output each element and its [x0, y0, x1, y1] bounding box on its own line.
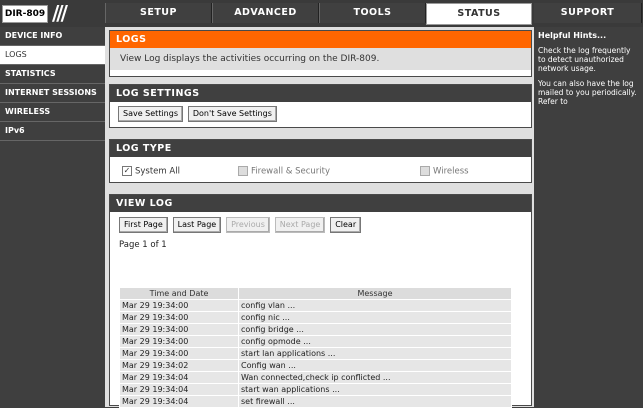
log-time: Mar 29 19:34:00	[119, 299, 239, 312]
log-message: start wan applications ...	[238, 383, 512, 396]
wireless-checkbox[interactable]	[420, 166, 430, 176]
save-settings-button[interactable]: Save Settings	[118, 106, 183, 122]
log-type-section: LOG TYPE ✓ System All Firewall & Security…	[109, 139, 532, 183]
log-message: set firewall ...	[238, 395, 512, 408]
wireless-label: Wireless	[433, 166, 469, 177]
page-description: View Log displays the activities occurri…	[110, 48, 531, 70]
log-type-firewall: Firewall & Security	[238, 166, 330, 177]
sidebar-item-device-info[interactable]: DEVICE INFO	[0, 27, 105, 46]
log-message: config nic ...	[238, 311, 512, 324]
sidebar: DEVICE INFO LOGS STATISTICS INTERNET SES…	[0, 27, 105, 407]
logo-slashes: ///	[52, 1, 68, 25]
column-header-time: Time and Date	[119, 287, 239, 300]
table-row: Mar 29 19:34:00 start lan applications ..…	[119, 347, 512, 360]
log-message: Wan connected,check ip conflicted ...	[238, 371, 512, 384]
model-logo: DIR-809	[2, 5, 48, 23]
log-type-wireless: Wireless	[420, 166, 469, 177]
hints-title: Helpful Hints...	[538, 31, 607, 40]
page-title: LOGS	[110, 31, 531, 48]
column-header-message: Message	[238, 287, 512, 300]
table-row: Mar 29 19:34:04 set firewall ...	[119, 395, 512, 408]
table-row: Mar 29 19:34:02 Config wan ...	[119, 359, 512, 372]
tab-status[interactable]: STATUS	[426, 3, 532, 25]
main-content: LOGS View Log displays the activities oc…	[105, 27, 534, 408]
log-pagination-toolbar: First Page Last Page Previous Next Page …	[119, 217, 363, 233]
table-row: Mar 29 19:34:04 Wan connected,check ip co…	[119, 371, 512, 384]
hint-paragraph: Check the log frequently to detect unaut…	[538, 46, 631, 73]
sidebar-item-internet-sessions[interactable]: INTERNET SESSIONS	[0, 84, 105, 103]
log-time: Mar 29 19:34:04	[119, 395, 239, 408]
log-time: Mar 29 19:34:00	[119, 335, 239, 348]
log-message: config bridge ...	[238, 323, 512, 336]
table-row: Mar 29 19:34:00 config bridge ...	[119, 323, 512, 336]
log-table: Time and Date Message Mar 29 19:34:00 con…	[119, 287, 512, 408]
log-type-system-all: ✓ System All	[122, 166, 180, 177]
log-message: Config wan ...	[238, 359, 512, 372]
log-time: Mar 29 19:34:00	[119, 311, 239, 324]
hint-paragraph: You can also have the log mailed to you …	[538, 79, 637, 106]
page-info: Page 1 of 1	[119, 240, 167, 250]
next-page-button[interactable]: Next Page	[274, 217, 326, 233]
sidebar-item-wireless[interactable]: WIRELESS	[0, 103, 105, 122]
log-message: config opmode ...	[238, 335, 512, 348]
table-row: Mar 29 19:34:04 start wan applications ..…	[119, 383, 512, 396]
log-message: start lan applications ...	[238, 347, 512, 360]
log-settings-title: LOG SETTINGS	[110, 85, 531, 102]
previous-page-button[interactable]: Previous	[226, 217, 270, 233]
logs-section: LOGS View Log displays the activities oc…	[109, 30, 532, 77]
helpful-hints-panel: Helpful Hints... Check the log frequentl…	[534, 27, 643, 407]
sidebar-item-logs[interactable]: LOGS	[0, 46, 105, 65]
tab-setup[interactable]: SETUP	[105, 3, 212, 23]
system-all-label: System All	[135, 166, 180, 177]
sidebar-item-statistics[interactable]: STATISTICS	[0, 65, 105, 84]
firewall-security-checkbox[interactable]	[238, 166, 248, 176]
table-row: Mar 29 19:34:00 config vlan ...	[119, 299, 512, 312]
view-log-section: VIEW LOG First Page Last Page Previous N…	[109, 194, 532, 408]
table-row: Mar 29 19:34:00 config nic ...	[119, 311, 512, 324]
log-time: Mar 29 19:34:02	[119, 359, 239, 372]
top-navigation-bar: DIR-809 /// SETUP ADVANCED TOOLS STATUS …	[0, 0, 643, 27]
log-time: Mar 29 19:34:00	[119, 347, 239, 360]
tab-tools[interactable]: TOOLS	[319, 3, 426, 23]
log-time: Mar 29 19:34:04	[119, 371, 239, 384]
tab-advanced[interactable]: ADVANCED	[212, 3, 319, 23]
first-page-button[interactable]: First Page	[119, 217, 168, 233]
tab-support[interactable]: SUPPORT	[534, 3, 642, 23]
log-time: Mar 29 19:34:04	[119, 383, 239, 396]
table-row: Mar 29 19:34:00 config opmode ...	[119, 335, 512, 348]
clear-log-button[interactable]: Clear	[330, 217, 362, 233]
firewall-security-label: Firewall & Security	[251, 166, 330, 177]
log-time: Mar 29 19:34:00	[119, 323, 239, 336]
last-page-button[interactable]: Last Page	[172, 217, 222, 233]
view-log-title: VIEW LOG	[110, 195, 531, 212]
system-all-checkbox[interactable]: ✓	[122, 166, 132, 176]
log-type-title: LOG TYPE	[110, 140, 531, 157]
log-table-header: Time and Date Message	[119, 287, 512, 300]
log-message: config vlan ...	[238, 299, 512, 312]
sidebar-item-ipv6[interactable]: IPv6	[0, 122, 105, 141]
dont-save-settings-button[interactable]: Don't Save Settings	[187, 106, 277, 122]
log-settings-section: LOG SETTINGS Save Settings Don't Save Se…	[109, 84, 532, 128]
